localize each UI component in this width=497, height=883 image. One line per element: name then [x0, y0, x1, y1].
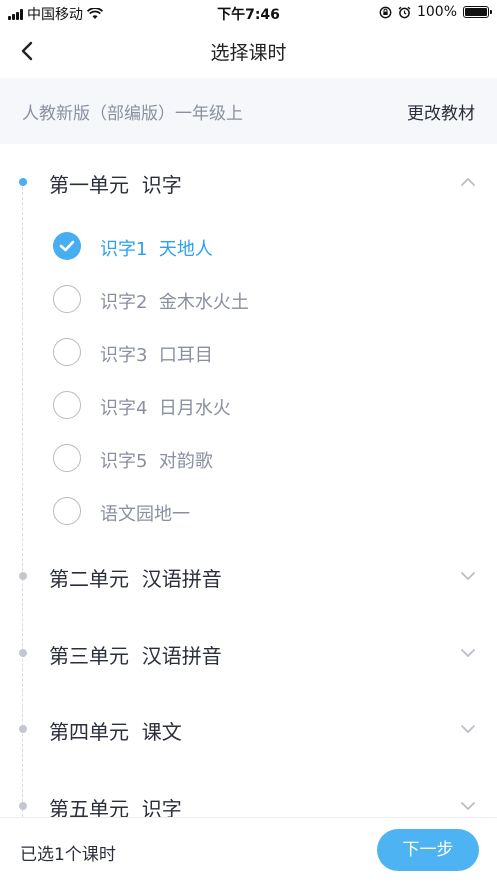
- lesson-item[interactable]: 识字3 口耳目: [0, 331, 497, 375]
- unit-header[interactable]: 第三单元 汉语拼音: [0, 630, 497, 676]
- battery-percent: 100%: [416, 4, 457, 20]
- unit-header[interactable]: 第二单元 汉语拼音: [0, 553, 497, 599]
- check-icon: [59, 240, 75, 252]
- status-right: 100%: [379, 4, 492, 20]
- checkbox[interactable]: [53, 285, 81, 313]
- lesson-label: 识字3 口耳目: [100, 345, 213, 366]
- unit-dot: [19, 649, 27, 657]
- checkbox-checked[interactable]: [53, 232, 81, 260]
- unit-dot: [19, 725, 27, 733]
- unit-header[interactable]: 第四单元 课文: [0, 706, 497, 752]
- chevron-down-icon: [461, 725, 475, 733]
- chevron-down-icon: [461, 802, 475, 810]
- next-button[interactable]: 下一步: [377, 829, 479, 871]
- lesson-item[interactable]: 识字5 对韵歌: [0, 437, 497, 481]
- unit-title: 第四单元 课文: [49, 720, 182, 744]
- checkbox[interactable]: [53, 391, 81, 419]
- nav-bar: 选择课时: [0, 26, 497, 76]
- lesson-item[interactable]: 识字1 天地人: [0, 225, 497, 269]
- textbook-bar: 人教新版（部编版）一年级上 更改教材: [0, 78, 497, 144]
- lesson-label: 识字4 日月水火: [100, 398, 231, 419]
- textbook-name: 人教新版（部编版）一年级上: [22, 104, 243, 124]
- selected-count: 已选1个课时: [20, 845, 116, 865]
- lesson-item[interactable]: 识字4 日月水火: [0, 384, 497, 428]
- checkbox[interactable]: [53, 338, 81, 366]
- unit-header[interactable]: 第五单元 识字: [0, 783, 497, 817]
- unit-dot: [19, 802, 27, 810]
- lesson-item[interactable]: 识字2 金木水火土: [0, 278, 497, 322]
- unit-title: 第二单元 汉语拼音: [49, 567, 222, 591]
- alarm-icon: [398, 6, 411, 18]
- lesson-list[interactable]: 第一单元 识字 识字1 天地人 识字2 金木水火土 识字3 口耳目 识字4 日月…: [0, 146, 497, 817]
- checkbox[interactable]: [53, 444, 81, 472]
- lesson-label: 识字5 对韵歌: [100, 451, 213, 472]
- lesson-label: 语文园地一: [100, 504, 190, 525]
- unit-dot: [19, 572, 27, 580]
- chevron-down-icon: [461, 649, 475, 657]
- lesson-item[interactable]: 语文园地一: [0, 490, 497, 534]
- unit-title: 第一单元 识字: [49, 173, 182, 197]
- battery-fill: [465, 8, 487, 16]
- change-textbook-button[interactable]: 更改教材: [407, 99, 475, 124]
- chevron-up-icon: [461, 178, 475, 186]
- lesson-label: 识字1 天地人: [100, 239, 213, 260]
- lesson-label: 识字2 金木水火土: [100, 292, 249, 313]
- battery-icon: [463, 6, 492, 18]
- rotation-lock-icon: [379, 6, 392, 18]
- chevron-down-icon: [461, 572, 475, 580]
- unit-title: 第三单元 汉语拼音: [49, 644, 222, 668]
- unit-header[interactable]: 第一单元 识字: [0, 159, 497, 205]
- bottom-bar: 已选1个课时 下一步: [0, 817, 497, 883]
- checkbox[interactable]: [53, 497, 81, 525]
- unit-title: 第五单元 识字: [49, 797, 182, 817]
- status-bar: 中国移动 下午7:46 100%: [0, 0, 497, 26]
- unit-dot: [19, 178, 27, 186]
- page-title: 选择课时: [210, 42, 287, 64]
